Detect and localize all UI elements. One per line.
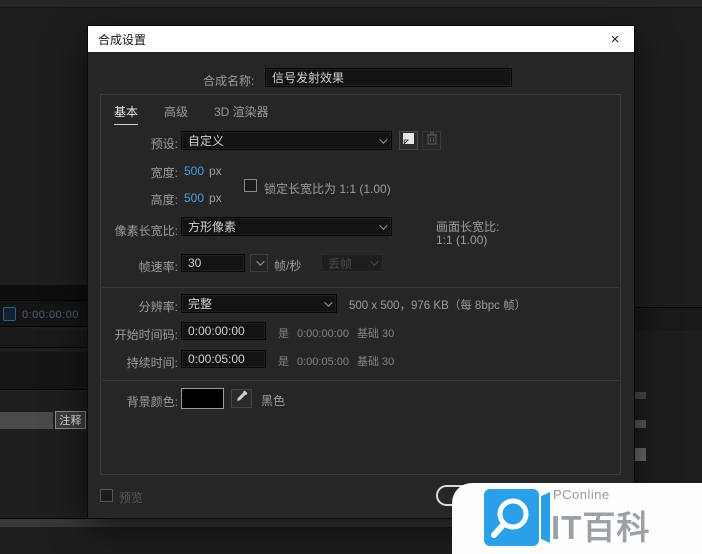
preset-label: 预设:	[150, 137, 178, 151]
base-label: 基础 30	[357, 328, 395, 340]
frame-aspect-value: 1:1 (1.00)	[436, 233, 488, 247]
base-label: 基础 30	[357, 356, 395, 368]
trash-icon	[426, 132, 438, 150]
preview-checkbox[interactable]	[100, 489, 113, 502]
chevron-down-icon	[324, 297, 333, 307]
is-label: 是	[278, 328, 289, 340]
background-color-label: 背景颜色:	[126, 395, 178, 409]
timeline-note-column-label: 注释	[55, 411, 86, 429]
background-band	[0, 285, 88, 300]
composition-name-input[interactable]	[265, 68, 512, 87]
width-value[interactable]: 500	[184, 164, 204, 178]
watermark-page-fold	[541, 492, 550, 543]
chevron-down-icon	[370, 257, 379, 266]
background-color-name: 黑色	[261, 394, 286, 408]
dialog-titlebar[interactable]: 合成设置 ×	[88, 26, 634, 52]
resolution-info: 500 x 500，976 KB（每 8bpc 帧）	[349, 300, 527, 312]
divider	[102, 380, 619, 381]
background-band	[634, 307, 702, 331]
start-timecode-info: 是 0:00:00:00 基础 30	[278, 325, 394, 341]
pixel-aspect-dropdown[interactable]: 方形像素	[181, 217, 392, 236]
tab-advanced[interactable]: 高级	[164, 103, 188, 124]
frame-rate-unit-label: 帧/秒	[274, 259, 302, 273]
app-screen: 0:00:00:00 注释 合成设置 × 合成名称: 基本 高级 3D 渲染器 …	[0, 0, 702, 554]
close-icon[interactable]: ×	[606, 30, 624, 48]
composition-name-label: 合成名称:	[203, 74, 255, 88]
height-label: 高度:	[150, 193, 178, 207]
frame-rate-input[interactable]	[181, 254, 245, 272]
chevron-down-icon	[379, 220, 388, 230]
background-toolbar-strip	[0, 412, 53, 429]
is-label: 是	[278, 356, 289, 368]
magnifier-icon	[484, 498, 539, 550]
background-top-strip	[0, 0, 702, 8]
frame-rate-dropdown-button[interactable]	[250, 254, 268, 272]
resolution-label: 分辨率:	[138, 300, 178, 314]
duration-info: 是 0:00:05:00 基础 30	[278, 353, 394, 369]
background-color-swatch[interactable]	[181, 388, 224, 409]
watermark-title-text: IT百科	[551, 509, 651, 546]
height-unit: px	[209, 191, 222, 205]
eyedropper-button[interactable]	[231, 389, 252, 408]
tab-basic[interactable]: 基本	[114, 103, 139, 125]
eyedropper-icon	[235, 390, 248, 408]
is-timecode: 0:00:00:00	[297, 328, 349, 340]
drop-frame-value: 丢帧	[328, 256, 353, 271]
background-band	[0, 352, 88, 390]
delete-preset-button[interactable]	[422, 131, 441, 150]
is-timecode: 0:00:05:00	[297, 356, 349, 368]
background-band	[0, 330, 88, 348]
resolution-dropdown[interactable]: 完整	[181, 294, 337, 313]
timeline-current-timecode: 0:00:00:00	[22, 309, 79, 321]
settings-panel: 基本 高级 3D 渲染器 预设: 自定义 宽度: 500 px 高度: 500 …	[100, 94, 621, 475]
pixel-aspect-label: 像素长宽比:	[114, 224, 178, 238]
preset-value: 自定义	[188, 134, 225, 148]
start-timecode-label: 开始时间码:	[114, 328, 178, 342]
background-fragment	[634, 392, 646, 399]
chevron-down-icon	[256, 257, 265, 266]
preview-label: 预览	[119, 491, 144, 505]
lock-aspect-checkbox[interactable]	[244, 179, 257, 192]
composition-settings-dialog: 合成设置 × 合成名称: 基本 高级 3D 渲染器 预设: 自定义	[88, 26, 634, 518]
divider	[102, 287, 619, 288]
save-preset-button[interactable]	[399, 131, 418, 150]
lock-aspect-label: 锁定长宽比为 1:1 (1.00)	[264, 182, 391, 196]
watermark-brand-text: PConline	[553, 487, 610, 502]
drop-frame-dropdown: 丢帧	[321, 254, 383, 272]
background-fragment	[634, 448, 646, 461]
watermark-logo-icon	[484, 489, 539, 546]
start-timecode-input[interactable]	[181, 322, 266, 340]
frame-rate-label: 帧速率:	[138, 260, 178, 274]
width-unit: px	[209, 164, 222, 178]
timeline-comp-icon	[3, 307, 16, 321]
preset-dropdown[interactable]: 自定义	[181, 131, 392, 150]
save-preset-icon	[402, 132, 415, 150]
dialog-title: 合成设置	[98, 32, 147, 47]
resolution-value: 完整	[188, 297, 213, 311]
pixel-aspect-value: 方形像素	[188, 220, 237, 234]
background-fragment	[634, 420, 646, 428]
height-value[interactable]: 500	[184, 191, 204, 205]
chevron-down-icon	[379, 134, 388, 144]
duration-input[interactable]	[181, 350, 266, 368]
duration-label: 持续时间:	[126, 356, 178, 370]
tab-3d-renderer[interactable]: 3D 渲染器	[214, 103, 269, 124]
width-label: 宽度:	[150, 166, 178, 180]
